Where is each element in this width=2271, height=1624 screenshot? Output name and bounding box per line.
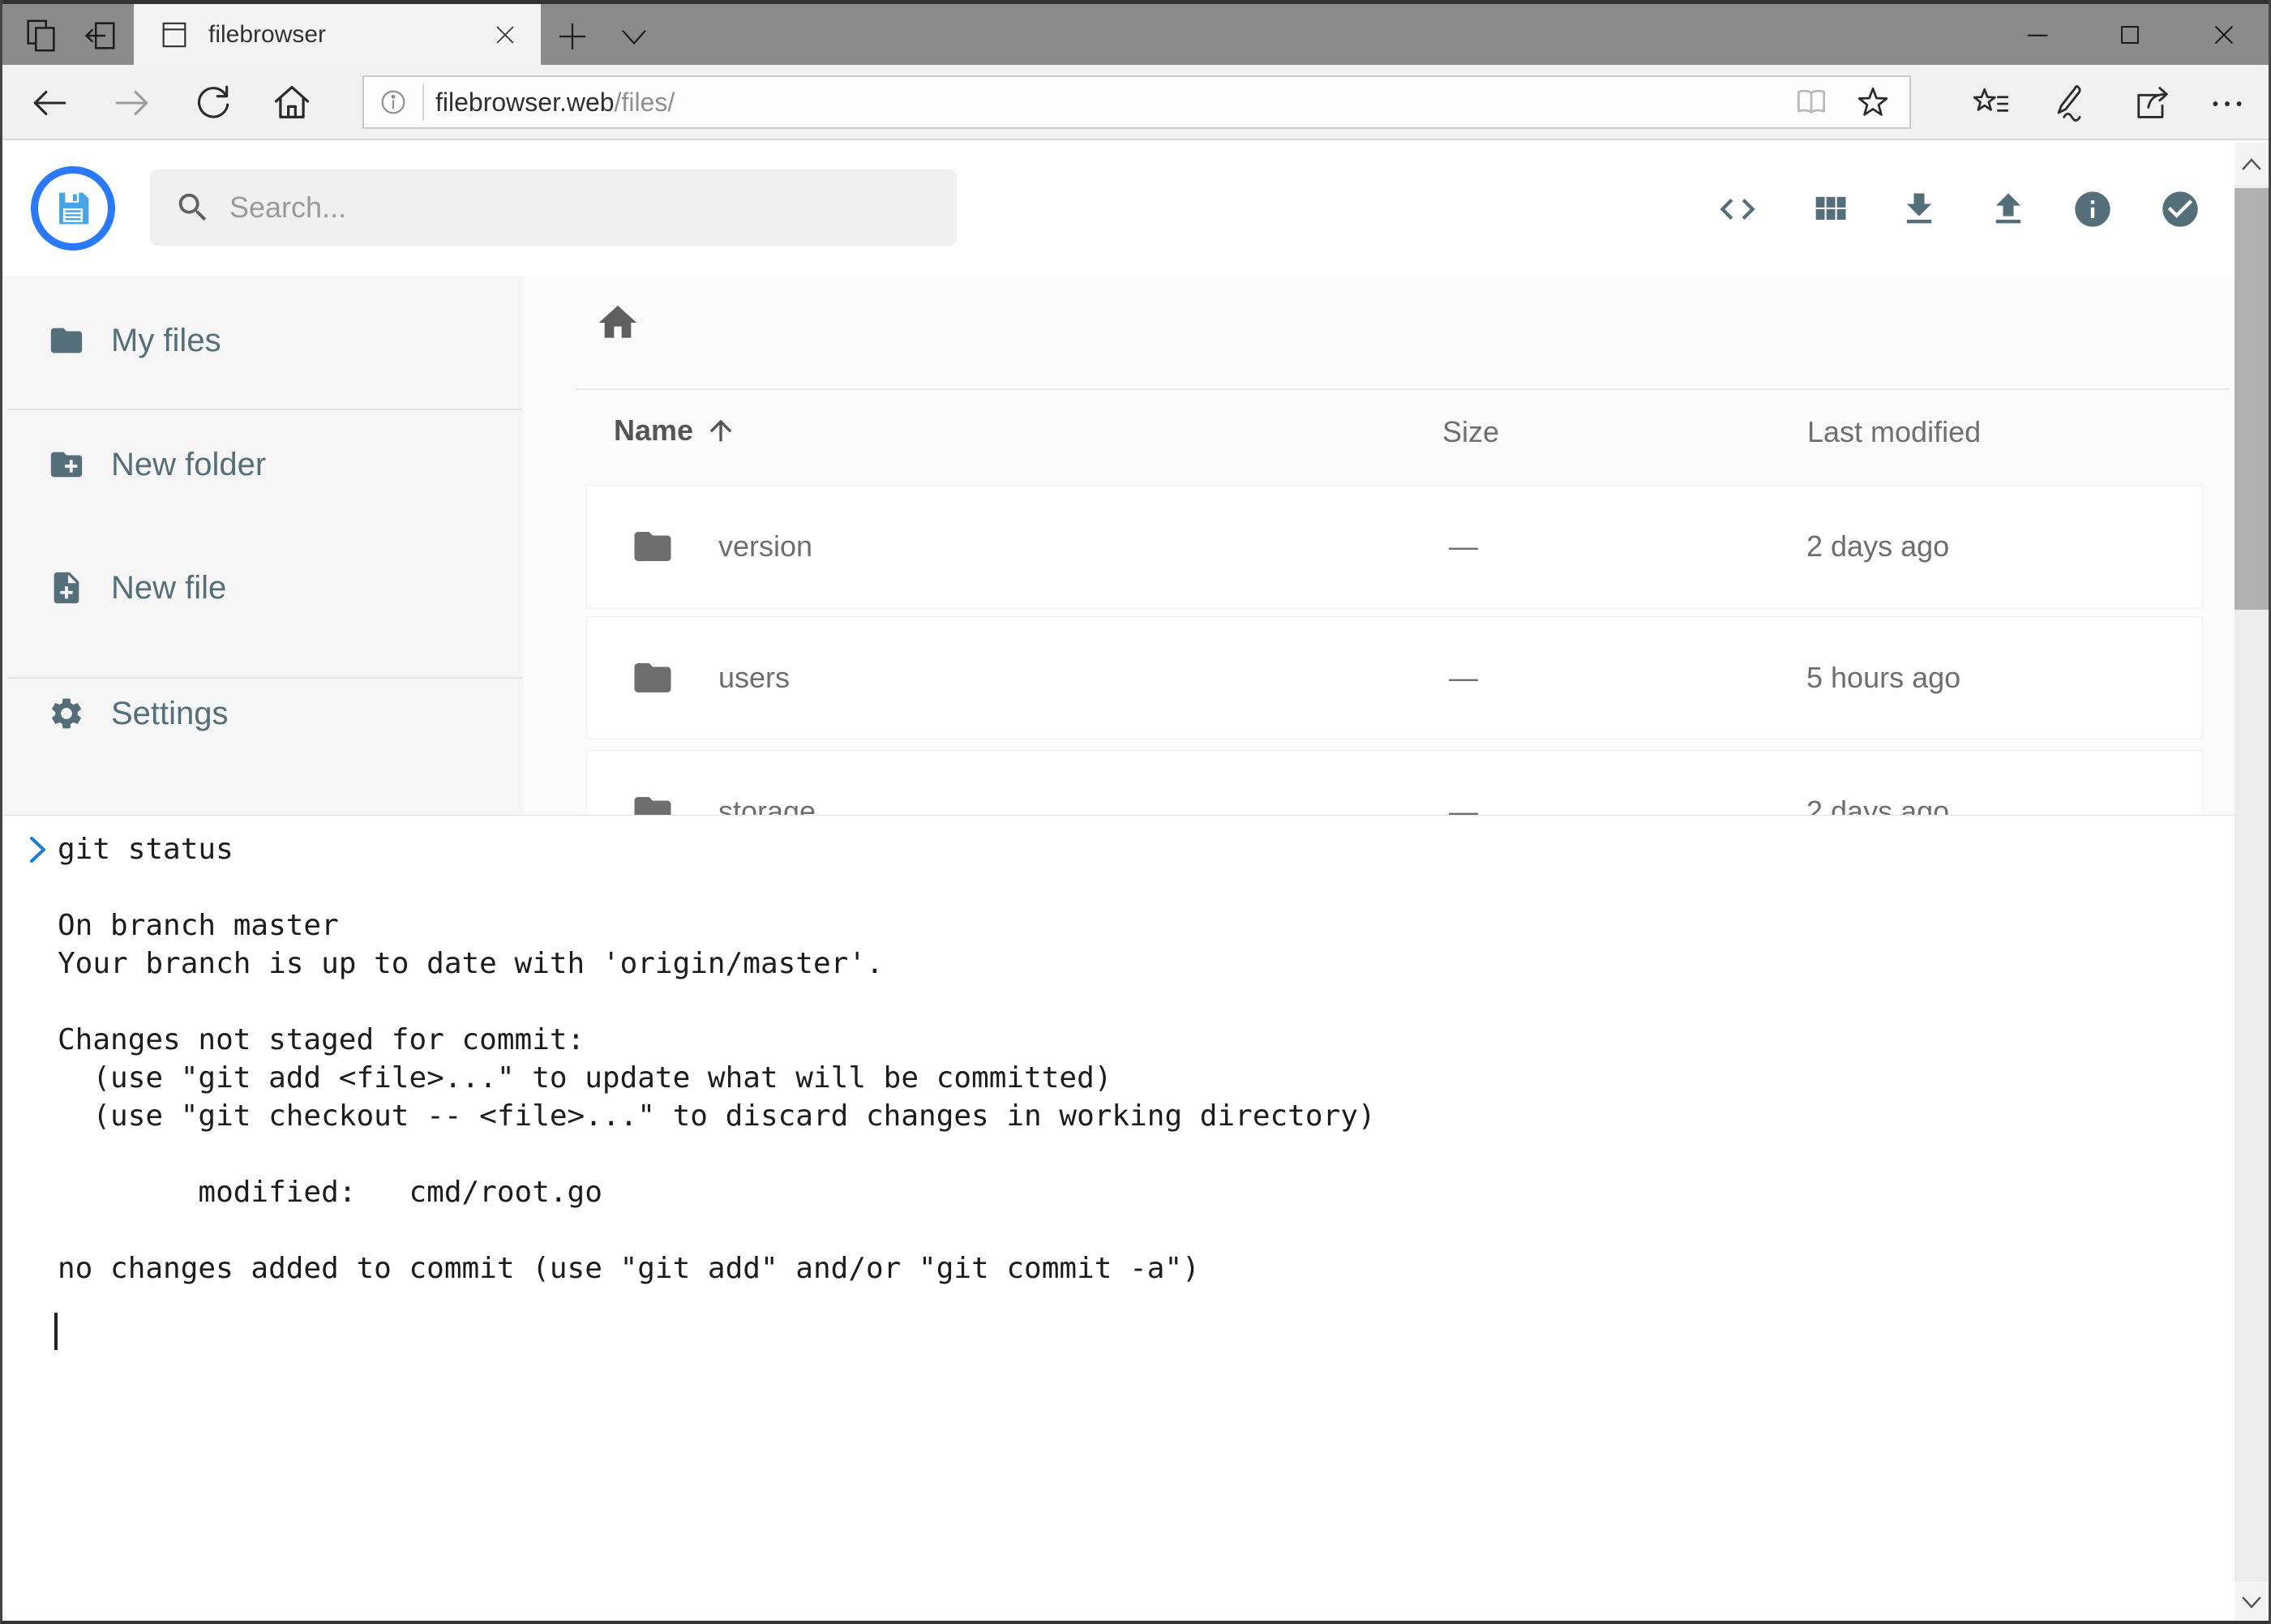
- terminal-line: On branch master: [58, 906, 1376, 945]
- column-header-label: Name: [614, 413, 693, 448]
- terminal-panel[interactable]: git status On branch master Your branch …: [2, 815, 2235, 1622]
- folder-icon: [48, 322, 85, 359]
- terminal-line: [58, 1211, 1376, 1249]
- settings-and-more-icon[interactable]: [2207, 83, 2247, 123]
- prompt-chevron-icon: [25, 832, 49, 868]
- sidebar-item-new-folder[interactable]: New folder: [0, 420, 524, 509]
- browser-tab-bar: filebrowser: [0, 4, 2271, 65]
- scrollbar-thumb[interactable]: [2235, 188, 2269, 610]
- scrollbar[interactable]: [2235, 143, 2269, 1624]
- sidebar-item-my-files[interactable]: My files: [0, 296, 524, 385]
- tabs-set-aside-preview-icon[interactable]: [23, 17, 60, 54]
- file-row-version[interactable]: version — 2 days ago: [586, 485, 2203, 608]
- browser-tab[interactable]: filebrowser: [134, 4, 541, 65]
- browser-toolbar: filebrowser.web/files/: [0, 65, 2271, 140]
- filebrowser-logo[interactable]: [31, 166, 115, 251]
- select-check-icon[interactable]: [2159, 188, 2201, 230]
- terminal-line: Changes not staged for commit:: [58, 1021, 1376, 1059]
- file-name: users: [718, 661, 790, 695]
- site-info-icon[interactable]: [377, 86, 409, 118]
- switch-view-code-icon[interactable]: [1716, 188, 1759, 230]
- new-tab-icon[interactable]: [556, 20, 589, 53]
- folder-icon: [631, 656, 675, 700]
- share-icon[interactable]: [2131, 81, 2173, 123]
- terminal-output: git status On branch master Your branch …: [58, 830, 1376, 1288]
- back-icon[interactable]: [29, 83, 70, 123]
- listing-divider: [576, 388, 2230, 390]
- set-tabs-aside-icon[interactable]: [81, 17, 118, 54]
- file-modified: 2 days ago: [1806, 529, 1949, 563]
- terminal-line: [58, 868, 1376, 906]
- terminal-line: [58, 1135, 1376, 1173]
- terminal-line: modified: cmd/root.go: [58, 1173, 1376, 1211]
- terminal-line: Your branch is up to date with 'origin/m…: [58, 945, 1376, 983]
- url-text: filebrowser.web/files/: [435, 88, 675, 118]
- home-icon[interactable]: [271, 81, 313, 123]
- reading-view-icon[interactable]: [1791, 82, 1832, 122]
- app-header: [0, 140, 2235, 276]
- url-path: /files/: [615, 88, 675, 117]
- sidebar-item-label: My files: [111, 323, 221, 359]
- file-name: version: [718, 529, 812, 563]
- column-header-size[interactable]: Size: [1442, 415, 1499, 449]
- file-listing: Name Size Last modified version — 2 days…: [524, 276, 2235, 815]
- terminal-command: git status: [58, 830, 1376, 868]
- scroll-down-icon[interactable]: [2235, 1582, 2269, 1624]
- terminal-line: no changes added to commit (use "git add…: [58, 1249, 1376, 1288]
- sort-ascending-icon: [705, 414, 737, 447]
- breadcrumb-home-icon[interactable]: [595, 300, 641, 345]
- sidebar: My files New folder New file Settings: [0, 276, 524, 815]
- file-size: —: [1449, 529, 1478, 563]
- favorite-star-icon[interactable]: [1853, 82, 1893, 122]
- terminal-line: (use "git checkout -- <file>..." to disc…: [58, 1097, 1376, 1135]
- new-folder-icon: [48, 446, 85, 483]
- tab-close-icon[interactable]: [492, 22, 518, 48]
- file-row-users[interactable]: users — 5 hours ago: [586, 616, 2203, 739]
- download-icon[interactable]: [1898, 188, 1940, 230]
- refresh-icon[interactable]: [193, 83, 234, 123]
- search-bar[interactable]: [150, 169, 957, 246]
- column-header-name[interactable]: Name: [614, 413, 737, 448]
- sidebar-item-label: New folder: [111, 447, 266, 483]
- file-size: —: [1449, 661, 1478, 695]
- window-maximize-button[interactable]: [2093, 4, 2166, 65]
- window-minimize-button[interactable]: [2001, 4, 2074, 65]
- search-input[interactable]: [228, 190, 880, 225]
- terminal-line: [58, 983, 1376, 1021]
- web-note-pen-icon[interactable]: [2046, 81, 2089, 123]
- column-header-modified[interactable]: Last modified: [1807, 415, 1981, 449]
- new-file-icon: [48, 569, 85, 606]
- terminal-cursor: [54, 1313, 58, 1350]
- sidebar-divider: [7, 409, 522, 410]
- gear-icon: [48, 695, 85, 732]
- sidebar-item-new-file[interactable]: New file: [0, 543, 524, 632]
- scroll-up-icon[interactable]: [2235, 143, 2269, 185]
- url-divider: [422, 84, 424, 121]
- page-favicon-icon: [158, 19, 191, 51]
- tab-list-chevron-icon[interactable]: [618, 27, 650, 48]
- search-icon: [174, 189, 212, 226]
- grid-view-icon[interactable]: [1809, 188, 1851, 230]
- tab-title: filebrowser: [208, 21, 326, 49]
- forward-icon[interactable]: [112, 83, 152, 123]
- address-bar[interactable]: filebrowser.web/files/: [362, 75, 1911, 129]
- upload-icon[interactable]: [1987, 188, 2029, 230]
- url-host: filebrowser.web: [435, 88, 615, 117]
- folder-icon: [631, 525, 675, 568]
- sidebar-item-settings[interactable]: Settings: [0, 669, 524, 758]
- window-close-button[interactable]: [2187, 4, 2260, 65]
- sidebar-item-label: New file: [111, 570, 226, 606]
- info-icon[interactable]: [2072, 188, 2114, 230]
- favorites-hub-icon[interactable]: [1970, 83, 2011, 123]
- sidebar-item-label: Settings: [111, 696, 229, 732]
- file-modified: 5 hours ago: [1806, 661, 1960, 695]
- terminal-line: (use "git add <file>..." to update what …: [58, 1059, 1376, 1097]
